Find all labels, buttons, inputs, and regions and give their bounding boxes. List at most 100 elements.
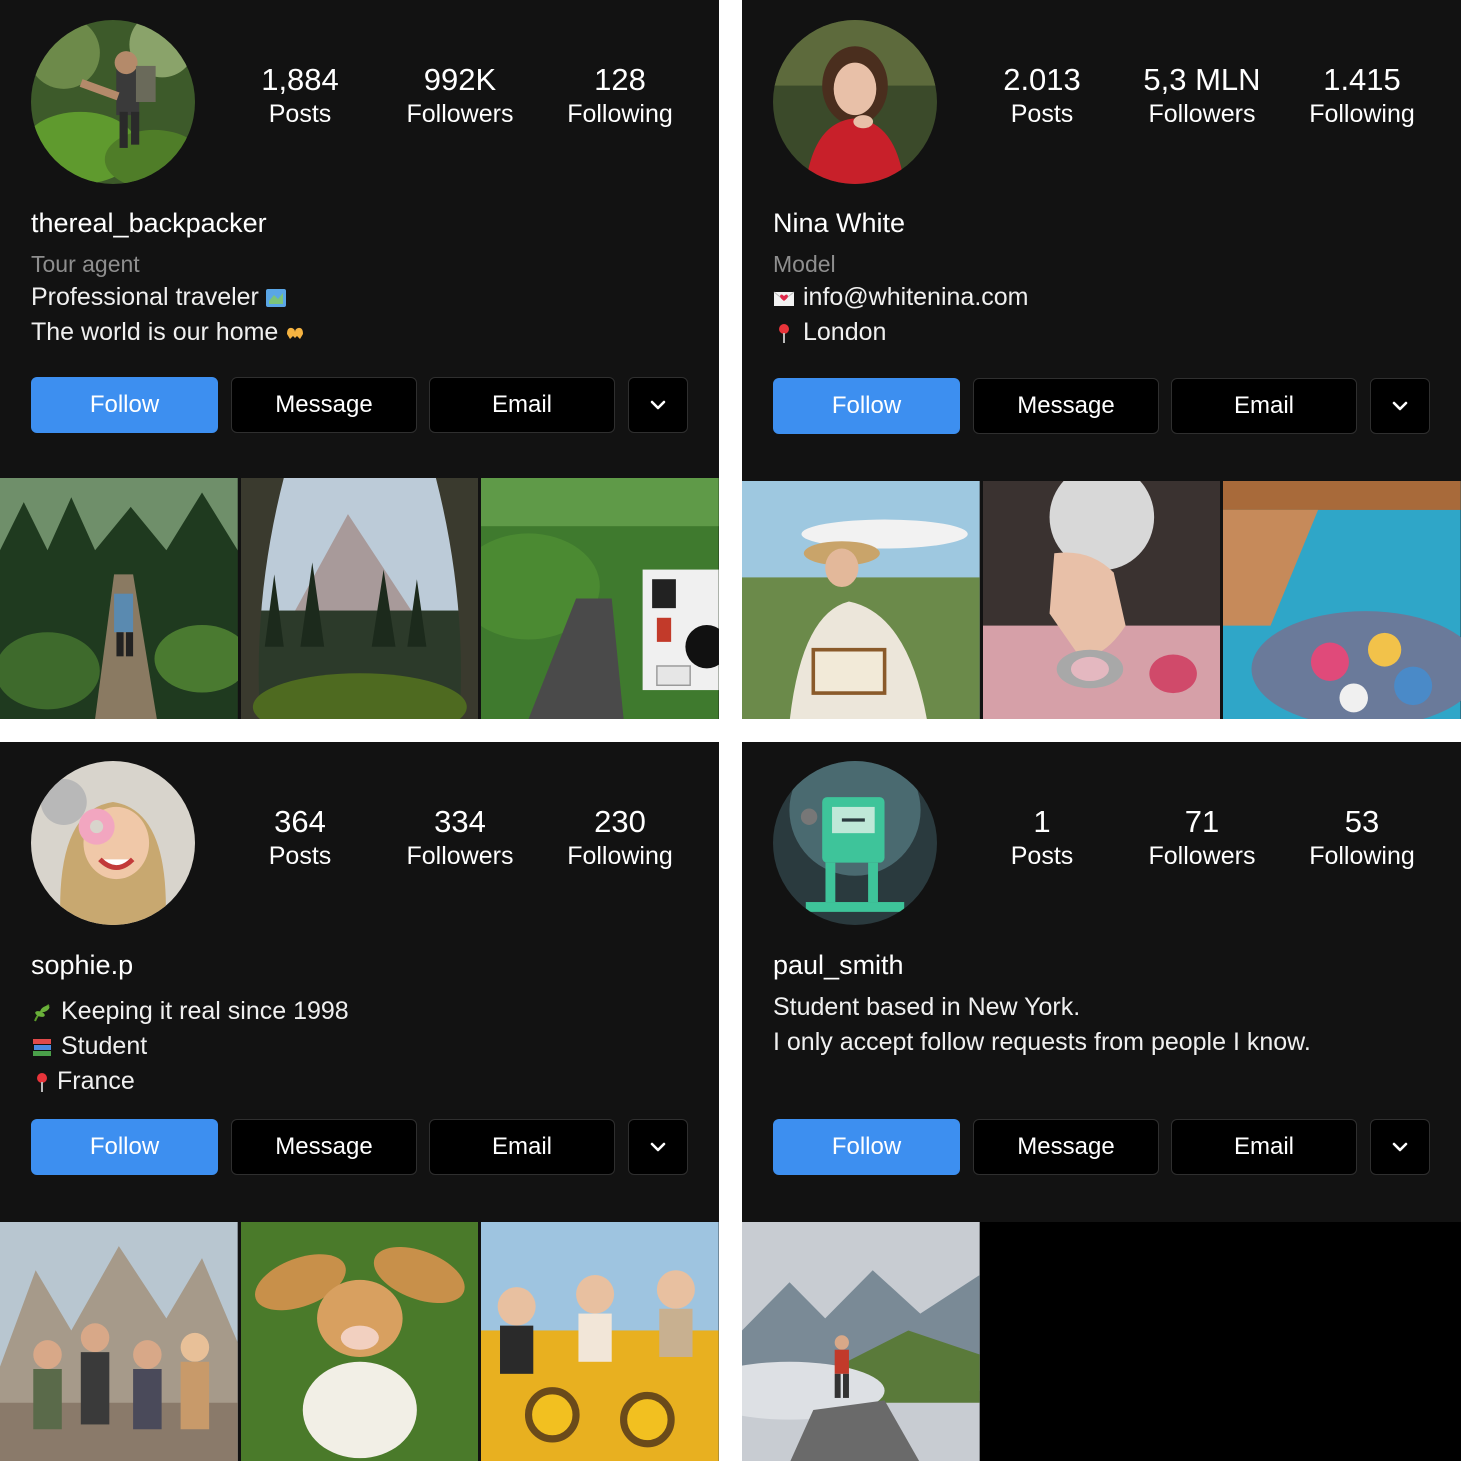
message-button[interactable]: Message xyxy=(231,377,417,433)
following-stat[interactable]: 1.415 Following xyxy=(1282,62,1442,130)
posts-count: 364 xyxy=(274,804,326,839)
posts-stat[interactable]: 1 Posts xyxy=(962,804,1122,872)
follow-button[interactable]: Follow xyxy=(31,377,218,433)
follow-button[interactable]: Follow xyxy=(773,1119,960,1175)
empty-grid-slot xyxy=(982,1222,1221,1461)
posts-stat[interactable]: 2.013 Posts xyxy=(962,62,1122,130)
photo-puppy-grass xyxy=(240,1222,479,1461)
following-label: Following xyxy=(1309,100,1415,128)
follow-button[interactable]: Follow xyxy=(773,378,960,434)
profile-category: Tour agent xyxy=(31,251,140,277)
follow-button[interactable]: Follow xyxy=(31,1119,218,1175)
photo-woman-hat-beach xyxy=(742,481,980,719)
profile-actions: Follow Message Email xyxy=(773,378,1431,434)
bio-line: France xyxy=(31,1064,349,1099)
profile-bio: info@whitenina.com London xyxy=(773,280,1029,350)
bio-text: Keeping it real since 1998 xyxy=(61,997,349,1025)
chevron-down-icon xyxy=(650,1142,666,1152)
followers-label: Followers xyxy=(1148,100,1256,128)
profile-card-paul-smith: 1 Posts 71 Followers 53 Following paul_s… xyxy=(742,742,1461,1461)
more-options-button[interactable] xyxy=(628,1119,688,1175)
profile-avatar[interactable] xyxy=(773,20,937,184)
post-thumbnail[interactable] xyxy=(240,1222,479,1461)
photo-grid xyxy=(0,1222,719,1461)
profile-actions: Follow Message Email xyxy=(773,1119,1431,1175)
message-button[interactable]: Message xyxy=(973,1119,1159,1175)
photo-man-mountain-summit xyxy=(742,1222,980,1461)
more-options-button[interactable] xyxy=(628,377,688,433)
post-thumbnail[interactable] xyxy=(481,1222,719,1461)
bio-text: Student xyxy=(61,1032,148,1060)
profile-category: Model xyxy=(773,251,836,277)
followers-stat[interactable]: 992K Followers xyxy=(380,62,540,130)
posts-stat[interactable]: 364 Posts xyxy=(220,804,380,872)
bio-line: Professional traveler xyxy=(31,280,312,315)
following-count: 53 xyxy=(1344,804,1380,839)
following-stat[interactable]: 128 Following xyxy=(540,62,700,130)
photo-grid xyxy=(0,478,719,719)
post-thumbnail[interactable] xyxy=(0,1222,238,1461)
avatar-image-hiker xyxy=(31,20,195,184)
photo-grid xyxy=(742,1222,1461,1461)
bio-line: I only accept follow requests from peopl… xyxy=(773,1025,1311,1060)
followers-count: 5,3 MLN xyxy=(1143,62,1261,97)
books-emoji-icon xyxy=(33,1038,51,1056)
post-thumbnail[interactable] xyxy=(0,478,238,719)
followers-stat[interactable]: 71 Followers xyxy=(1122,804,1282,872)
chevron-down-icon xyxy=(1392,1142,1408,1152)
avatar-image-robot-toy xyxy=(773,761,937,925)
photo-grid xyxy=(742,481,1461,719)
post-thumbnail[interactable] xyxy=(982,481,1221,719)
message-button[interactable]: Message xyxy=(231,1119,417,1175)
profile-actions: Follow Message Email xyxy=(31,377,689,433)
bio-text: The world is our home xyxy=(31,318,279,346)
message-button[interactable]: Message xyxy=(973,378,1159,434)
bio-line: info@whitenina.com xyxy=(773,280,1029,315)
photo-hand-watch-car xyxy=(982,481,1221,719)
following-label: Following xyxy=(1309,842,1415,870)
followers-stat[interactable]: 334 Followers xyxy=(380,804,540,872)
profile-bio: Student based in New York. I only accept… xyxy=(773,990,1311,1060)
more-options-button[interactable] xyxy=(1370,378,1430,434)
photo-friends-hiking xyxy=(0,1222,238,1461)
email-button[interactable]: Email xyxy=(429,1119,615,1175)
profile-avatar[interactable] xyxy=(773,761,937,925)
more-options-button[interactable] xyxy=(1370,1119,1430,1175)
profile-username: paul_smith xyxy=(773,950,904,980)
bio-text: Student based in New York. xyxy=(773,993,1081,1021)
post-thumbnail[interactable] xyxy=(240,478,479,719)
post-thumbnail[interactable] xyxy=(1223,481,1461,719)
profile-avatar[interactable] xyxy=(31,761,195,925)
profile-bio: Professional traveler The world is our h… xyxy=(31,280,312,350)
pin-emoji-icon xyxy=(37,1072,47,1092)
photo-sunflower-field xyxy=(481,1222,719,1461)
posts-label: Posts xyxy=(1010,100,1074,128)
profile-avatar[interactable] xyxy=(31,20,195,184)
photo-forest-boardwalk xyxy=(0,478,238,719)
bio-line: Student xyxy=(31,1029,349,1064)
followers-label: Followers xyxy=(406,100,514,128)
profile-stats: 364 Posts 334 Followers 230 Following xyxy=(220,804,700,872)
email-button[interactable]: Email xyxy=(1171,378,1357,434)
following-stat[interactable]: 53 Following xyxy=(1282,804,1442,872)
posts-label: Posts xyxy=(1010,842,1074,870)
post-thumbnail[interactable] xyxy=(742,481,980,719)
following-stat[interactable]: 230 Following xyxy=(540,804,700,872)
heart-hands-emoji-icon xyxy=(287,327,304,339)
bio-line: Student based in New York. xyxy=(773,990,1311,1025)
photo-jeep-road xyxy=(481,478,719,719)
post-thumbnail[interactable] xyxy=(742,1222,980,1461)
empty-grid-slot xyxy=(1223,1222,1461,1461)
love-letter-emoji-icon xyxy=(773,291,795,306)
post-thumbnail[interactable] xyxy=(481,478,719,719)
pin-emoji-icon xyxy=(779,323,789,343)
bio-line: The world is our home xyxy=(31,315,312,350)
email-button[interactable]: Email xyxy=(1171,1119,1357,1175)
email-button[interactable]: Email xyxy=(429,377,615,433)
posts-count: 2.013 xyxy=(1003,62,1081,97)
profile-username: thereal_backpacker xyxy=(31,208,267,238)
profile-bio: Keeping it real since 1998 Student Franc… xyxy=(31,994,349,1099)
posts-stat[interactable]: 1,884 Posts xyxy=(220,62,380,130)
profile-stats: 2.013 Posts 5,3 MLN Followers 1.415 Foll… xyxy=(962,62,1442,130)
followers-stat[interactable]: 5,3 MLN Followers xyxy=(1122,62,1282,130)
